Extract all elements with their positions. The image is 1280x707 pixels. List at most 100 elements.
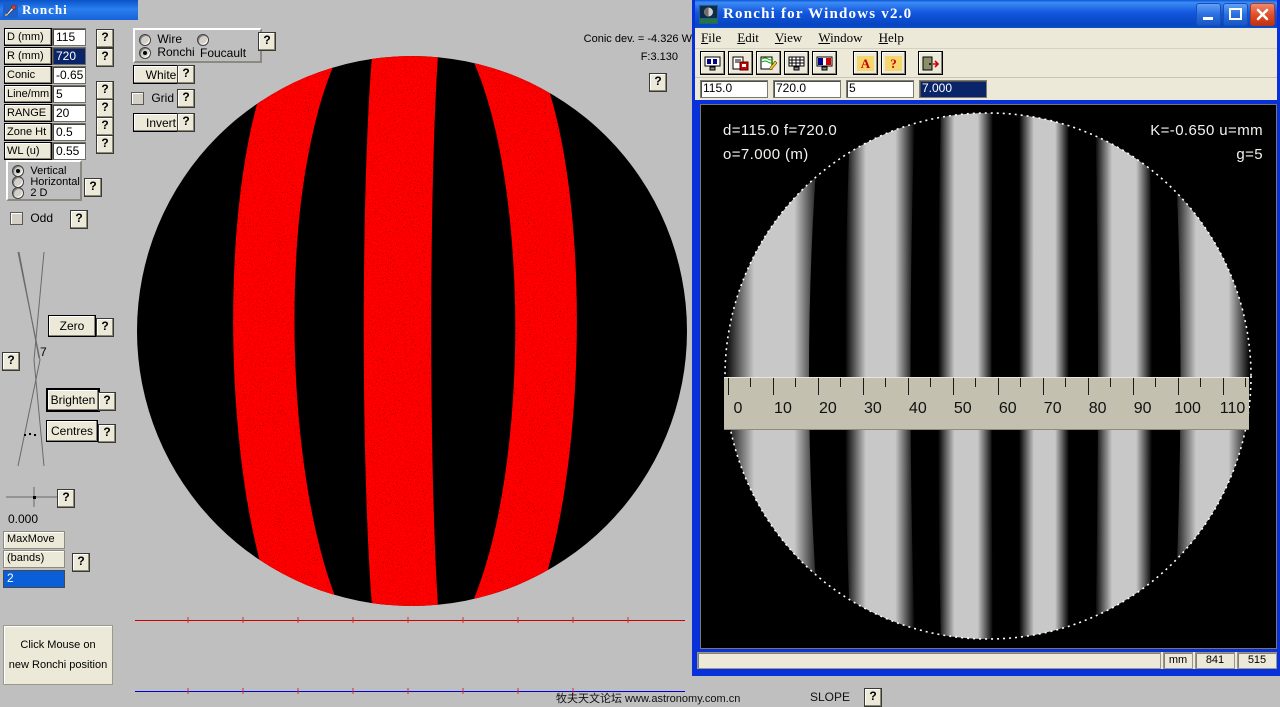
toolbar[interactable]: A ? (695, 49, 1277, 78)
param-value-range[interactable]: 20 (52, 104, 86, 122)
help-button-range[interactable]: ? (96, 99, 114, 118)
letter-a-icon[interactable]: A (853, 51, 878, 75)
menu-item-help[interactable]: Help (879, 30, 904, 46)
ruler-tick-major (907, 378, 909, 395)
ruler-label: 70 (1043, 400, 1062, 417)
status-bar: mm 841 515 (697, 652, 1277, 669)
param-value-zoneht[interactable]: 0.5 (52, 123, 86, 141)
compare-monitor-icon[interactable] (812, 51, 837, 75)
left-ronchigram[interactable] (133, 28, 693, 610)
field-offset[interactable]: 7.000 (919, 80, 987, 98)
zero-button[interactable]: Zero (48, 315, 96, 337)
help-button-d[interactable]: ? (96, 29, 114, 48)
minimize-button[interactable] (1196, 2, 1221, 26)
help-button-brighten[interactable]: ? (98, 392, 116, 411)
edit-report-icon[interactable] (756, 51, 781, 75)
field-diameter[interactable]: 115.0 (700, 80, 768, 98)
help-button-r[interactable]: ? (96, 48, 114, 67)
maxmove-value[interactable]: 2 (3, 570, 65, 588)
table-row[interactable]: RANGE 20 (4, 104, 86, 122)
menu-item-edit[interactable]: Edit (737, 30, 759, 46)
table-row[interactable]: Zone Ht 0.5 (4, 123, 86, 141)
help-button-zero[interactable]: ? (96, 318, 114, 337)
grid-monitor-icon[interactable] (784, 51, 809, 75)
orientation-group: Vertical Horizontal 2 D (6, 160, 82, 201)
ruler-label: 10 (774, 400, 792, 417)
field-grating[interactable]: 5 (846, 80, 914, 98)
left-window-titlebar[interactable]: Ronchi (0, 0, 138, 20)
help-question-icon[interactable]: ? (881, 51, 906, 75)
hint-line-2: new Ronchi position (8, 659, 108, 671)
ruler-tick-minor (840, 378, 842, 387)
ruler-tick-major (862, 378, 864, 395)
help-button-wl[interactable]: ? (96, 135, 114, 154)
help-button-odd[interactable]: ? (70, 210, 88, 229)
brighten-button[interactable]: Brighten (46, 388, 100, 412)
help-button-linemm[interactable]: ? (96, 81, 114, 100)
status-y: 515 (1237, 652, 1277, 669)
ruler-tick-major (997, 378, 999, 395)
value-fields-bar[interactable]: 115.0 720.0 5 7.000 (695, 78, 1277, 100)
hint-box: Click Mouse on new Ronchi position (3, 625, 113, 685)
right-window-titlebar[interactable]: Ronchi for Windows v2.0 (695, 0, 1277, 28)
menu-item-file[interactable]: File (701, 30, 721, 46)
table-row[interactable]: WL (u) 0.55 (4, 142, 86, 160)
param-label: WL (u) (4, 142, 52, 160)
ruler-label: 110 (1219, 400, 1246, 417)
help-button-zoneht[interactable]: ? (96, 117, 114, 136)
ruler-label: 20 (819, 400, 837, 417)
help-button-maxmove[interactable]: ? (72, 553, 90, 572)
overlay-top-left-1: d=115.0 f=720.0 (723, 122, 838, 139)
menu-bar[interactable]: File Edit View Window Help (695, 28, 1277, 49)
param-label: Zone Ht (4, 123, 52, 141)
ruler-label: 0 (733, 400, 743, 417)
param-value-wl[interactable]: 0.55 (52, 142, 86, 160)
ruler-tick-major (817, 378, 819, 395)
param-label: D (mm) (4, 28, 52, 46)
save-report-icon[interactable] (728, 51, 753, 75)
radio-label-2d: 2 D (30, 187, 48, 199)
hint-line-1: Click Mouse on (20, 639, 96, 651)
param-value-linemm[interactable]: 5 (52, 85, 86, 103)
ruler-tick-minor (1065, 378, 1067, 387)
param-label: Conic (4, 66, 52, 84)
field-radius[interactable]: 720.0 (773, 80, 841, 98)
ruler-tick-major (1222, 378, 1224, 395)
table-row[interactable]: R (mm) 720 (4, 47, 86, 65)
ruler-tick-minor (885, 378, 887, 387)
svg-text:A: A (861, 56, 871, 71)
table-row[interactable]: Conic -0.65 (4, 66, 86, 84)
overlay-top-right-1: K=-0.650 u=mm (1150, 122, 1263, 139)
help-button-crosshair[interactable]: ? (57, 489, 75, 508)
help-button-centres[interactable]: ? (98, 424, 116, 443)
ruler-tick-major (728, 378, 729, 395)
radio-icon (12, 186, 24, 199)
table-row[interactable]: D (mm) 115 (4, 28, 86, 46)
close-button[interactable] (1250, 2, 1275, 26)
help-button-orientation[interactable]: ? (84, 178, 102, 197)
ruler-tick-major (772, 378, 774, 395)
right-window: Ronchi for Windows v2.0 File Edit View W… (692, 0, 1280, 676)
odd-checkbox[interactable]: Odd (10, 211, 53, 226)
help-button-slope[interactable]: ? (864, 688, 882, 707)
maximize-button[interactable] (1223, 2, 1248, 26)
ruler-label: 80 (1088, 400, 1107, 417)
app-icon (699, 4, 718, 24)
radio-2d[interactable]: 2 D (12, 185, 47, 199)
ruler-label: 90 (1133, 400, 1152, 417)
checkbox-icon (10, 212, 23, 226)
param-value-conic[interactable]: -0.65 (52, 66, 86, 84)
menu-item-view[interactable]: View (775, 30, 802, 46)
ruler-tick-minor (750, 378, 752, 387)
measurement-ruler[interactable]: 0 10 20 30 40 50 60 70 80 90 100 110 (724, 377, 1249, 430)
exit-door-icon[interactable] (918, 51, 943, 75)
ruler-tick-minor (975, 378, 977, 387)
maxmove-group: MaxMove (bands) 2 (3, 531, 65, 588)
param-value-d[interactable]: 115 (52, 28, 86, 46)
centres-button[interactable]: Centres (46, 420, 98, 442)
table-row[interactable]: Line/mm 5 (4, 85, 86, 103)
help-button-caustic[interactable]: ? (2, 352, 20, 371)
param-value-r[interactable]: 720 (52, 47, 86, 65)
monitor-icon[interactable] (700, 51, 725, 75)
menu-item-window[interactable]: Window (818, 30, 862, 46)
